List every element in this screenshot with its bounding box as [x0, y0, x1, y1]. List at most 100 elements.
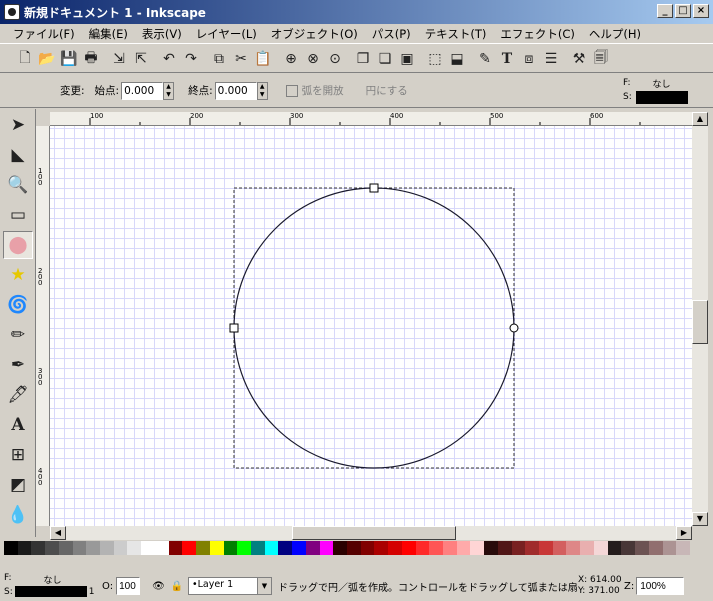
palette-swatch[interactable]	[552, 541, 567, 555]
menu-text[interactable]: テキスト(T)	[418, 26, 494, 42]
palette-swatch[interactable]	[456, 541, 471, 555]
start-angle-spinner[interactable]: ▲ ▼	[163, 81, 175, 100]
layer-dropdown[interactable]: •Layer 1 ▼	[188, 577, 272, 595]
palette-swatch[interactable]	[580, 541, 594, 555]
palette-swatch[interactable]	[223, 541, 238, 555]
style-indicator[interactable]: F: なし S:	[623, 76, 693, 106]
palette-swatch[interactable]	[635, 541, 649, 555]
undo-icon[interactable]: ↶	[158, 48, 180, 70]
palette-swatch[interactable]	[662, 541, 677, 555]
fill-stroke-icon[interactable]: ✎	[474, 48, 496, 70]
vertical-ruler[interactable]: 100 200 300 400	[36, 126, 50, 526]
text-font-icon[interactable]: T	[496, 48, 518, 70]
palette-swatch[interactable]	[127, 541, 142, 555]
lock-icon[interactable]: 🔒	[171, 581, 183, 592]
scroll-right-button[interactable]: ▶	[676, 526, 692, 540]
palette-swatch[interactable]	[209, 541, 224, 555]
save-icon[interactable]: 💾	[58, 48, 80, 70]
end-angle-input[interactable]	[214, 81, 257, 100]
duplicate-icon[interactable]: ❐	[352, 48, 374, 70]
menu-effects[interactable]: エフェクト(C)	[493, 26, 582, 42]
palette-swatch[interactable]	[250, 541, 265, 555]
palette-swatch[interactable]	[17, 541, 32, 555]
menu-view[interactable]: 表示(V)	[135, 26, 189, 42]
palette-swatch[interactable]	[511, 541, 526, 555]
palette-swatch[interactable]	[72, 541, 87, 555]
unlink-clone-icon[interactable]: ▣	[396, 48, 418, 70]
visibility-eye-icon[interactable]: 👁	[152, 581, 165, 592]
node-tool-icon[interactable]: ◣	[3, 141, 33, 169]
palette-swatch[interactable]	[196, 541, 210, 555]
palette-swatch[interactable]	[470, 541, 485, 555]
paste-icon[interactable]: 📋	[252, 48, 274, 70]
palette-swatch[interactable]	[429, 541, 443, 555]
palette-swatch[interactable]	[264, 541, 279, 555]
print-icon[interactable]: 🖶	[80, 48, 102, 70]
menu-layer[interactable]: レイヤー(L)	[189, 26, 264, 42]
palette-swatch[interactable]	[346, 541, 361, 555]
close-button[interactable]: ×	[693, 4, 709, 18]
xml-editor-icon[interactable]: ⧈	[518, 48, 540, 70]
scroll-up-button[interactable]: ▲	[692, 112, 708, 126]
spiral-tool-icon[interactable]: 🌀	[3, 291, 33, 319]
minimize-button[interactable]: _	[657, 4, 673, 18]
palette-swatch[interactable]	[484, 541, 498, 555]
import-icon[interactable]: ⇲	[108, 48, 130, 70]
pen-tool-icon[interactable]: ✒	[3, 351, 33, 379]
palette-swatch[interactable]	[607, 541, 622, 555]
palette-swatch[interactable]	[333, 541, 347, 555]
palette-swatch[interactable]	[31, 541, 46, 555]
text-tool-icon[interactable]: A	[3, 411, 33, 439]
drawing-canvas[interactable]	[50, 126, 692, 526]
palette-swatch[interactable]	[292, 541, 306, 555]
palette-swatch[interactable]	[497, 541, 512, 555]
palette-swatch[interactable]	[237, 541, 251, 555]
menu-file[interactable]: ファイル(F)	[6, 26, 82, 42]
scroll-down-button[interactable]: ▼	[692, 512, 708, 526]
palette-swatch[interactable]	[621, 541, 636, 555]
group-icon[interactable]: ⬚	[424, 48, 446, 70]
star-tool-icon[interactable]: ★	[3, 261, 33, 289]
make-whole-button[interactable]: 円にする	[366, 83, 408, 98]
palette-swatch[interactable]	[360, 541, 375, 555]
selector-tool-icon[interactable]: ➤	[3, 111, 33, 139]
palette-swatch[interactable]	[86, 541, 101, 555]
inkscape-app-icon[interactable]	[4, 4, 20, 20]
status-style-indicator[interactable]: F: なし S: 1	[4, 573, 100, 601]
copy-icon[interactable]: ⧉	[208, 48, 230, 70]
rectangle-tool-icon[interactable]: ▭	[3, 201, 33, 229]
zoom-drawing-icon[interactable]: ⊗	[302, 48, 324, 70]
palette-swatch[interactable]	[278, 541, 293, 555]
ungroup-icon[interactable]: ⬓	[446, 48, 468, 70]
palette-swatch[interactable]	[374, 541, 389, 555]
dropper-tool-icon[interactable]: 💧	[3, 501, 33, 529]
palette-swatch[interactable]	[113, 541, 128, 555]
palette-swatch[interactable]	[525, 541, 540, 555]
horizontal-scroll-thumb[interactable]	[292, 526, 456, 540]
redo-icon[interactable]: ↷	[180, 48, 202, 70]
palette-swatch[interactable]	[415, 541, 430, 555]
palette-swatch[interactable]	[305, 541, 320, 555]
preferences-icon[interactable]: ⚒	[568, 48, 590, 70]
palette-swatch[interactable]	[154, 541, 169, 555]
palette-swatch[interactable]	[45, 541, 59, 555]
open-arc-checkbox[interactable]	[285, 84, 298, 97]
palette-swatch[interactable]	[58, 541, 73, 555]
ellipse-tool-icon[interactable]: ⬤	[3, 231, 33, 259]
palette-swatch[interactable]	[182, 541, 197, 555]
gradient-tool-icon[interactable]: ◩	[3, 471, 33, 499]
pencil-tool-icon[interactable]: ✏	[3, 321, 33, 349]
export-icon[interactable]: ⇱	[130, 48, 152, 70]
palette-swatch[interactable]	[388, 541, 402, 555]
palette-swatch[interactable]	[566, 541, 581, 555]
cut-icon[interactable]: ✂	[230, 48, 252, 70]
vertical-scrollbar[interactable]: ▲ ▼	[692, 112, 708, 526]
opacity-input[interactable]	[116, 577, 141, 595]
menu-path[interactable]: パス(P)	[365, 26, 418, 42]
menu-help[interactable]: ヘルプ(H)	[582, 26, 648, 42]
zoom-input[interactable]	[636, 577, 685, 595]
menu-object[interactable]: オブジェクト(O)	[264, 26, 365, 42]
connector-tool-icon[interactable]: ⊞	[3, 441, 33, 469]
horizontal-scrollbar[interactable]: ◀ ▶	[50, 526, 692, 540]
maximize-button[interactable]: □	[675, 4, 691, 18]
